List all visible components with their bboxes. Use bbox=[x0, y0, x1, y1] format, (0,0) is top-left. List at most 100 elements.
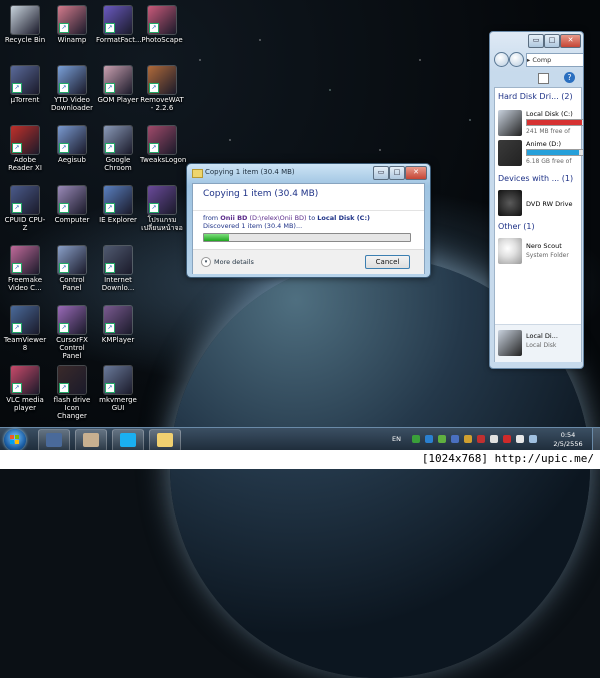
details-pane: Local Di... Local Disk bbox=[495, 324, 581, 362]
drive-usage-fill bbox=[527, 120, 582, 125]
progress-fill bbox=[204, 234, 229, 241]
tray-red-icon[interactable] bbox=[477, 435, 485, 443]
utorrent-icon: ↗ bbox=[11, 66, 39, 94]
tray-volume-icon[interactable] bbox=[516, 435, 524, 443]
shortcut-arrow-icon: ↗ bbox=[12, 323, 22, 333]
drive-usage-bar bbox=[526, 149, 583, 156]
start-button[interactable] bbox=[4, 429, 26, 451]
explorer-maximize-button[interactable]: □ bbox=[544, 34, 560, 48]
taskbar-button[interactable] bbox=[75, 429, 107, 452]
desktop-icon[interactable]: ↗ Winamp bbox=[50, 6, 94, 44]
desktop-icon[interactable]: ↗ CursorFX Control Panel bbox=[50, 306, 94, 360]
desktop-icon[interactable]: ↗ PhotoScape bbox=[140, 6, 184, 44]
desktop-icon[interactable]: ↗ โปรแกรม เปลี่ยนหน้าจอ bbox=[140, 186, 184, 232]
desktop-icon[interactable]: ↗ TweaksLogon bbox=[140, 126, 186, 164]
desktop-icon-label: Recycle Bin bbox=[4, 36, 46, 44]
desktop-icon[interactable]: ↗ TeamViewer 8 bbox=[3, 306, 47, 352]
desktop-icon[interactable]: ↗ Internet Downlo... bbox=[96, 246, 140, 292]
destination-link[interactable]: Local Disk (C:) bbox=[317, 214, 370, 222]
desktop-icon[interactable]: ↗ CPUID CPU-Z bbox=[3, 186, 47, 232]
chevron-down-icon: ▾ bbox=[201, 257, 211, 267]
desktop-icon-label: µTorrent bbox=[10, 96, 40, 104]
desktop-icon[interactable]: ↗ Computer bbox=[50, 186, 94, 224]
details-item: Local Di... Local Disk bbox=[498, 328, 582, 358]
nero-name: Nero Scout bbox=[526, 242, 562, 250]
close-button[interactable]: ✕ bbox=[405, 166, 427, 180]
shortcut-arrow-icon: ↗ bbox=[12, 383, 22, 393]
desktop-icon-label: YTD Video Downloader bbox=[51, 96, 93, 112]
desktop-icon[interactable]: ↗ Control Panel bbox=[50, 246, 94, 292]
view-icon[interactable] bbox=[538, 73, 549, 84]
desktop-icon[interactable]: ↗ µTorrent bbox=[3, 66, 47, 104]
drive-item[interactable]: Anime (D:) 6.18 GB free of bbox=[498, 138, 583, 168]
explorer-window: ▭ □ ✕ ▸ Comp ? Hard Disk Dri... (2) Loca… bbox=[489, 31, 584, 369]
dvd-drive-item[interactable]: DVD RW Drive bbox=[498, 188, 582, 218]
address-bar[interactable]: ▸ Comp bbox=[526, 53, 583, 67]
desktop-icon[interactable]: ↗ Adobe Reader XI bbox=[3, 126, 47, 172]
language-indicator[interactable]: EN bbox=[392, 435, 401, 443]
format-factory-icon: ↗ bbox=[104, 6, 132, 34]
more-details-toggle[interactable]: ▾ More details bbox=[201, 257, 254, 267]
nero-scout-item[interactable]: Nero Scout System Folder bbox=[498, 236, 582, 266]
back-button[interactable] bbox=[494, 52, 509, 67]
desktop-icon[interactable]: ↗ IE Explorer bbox=[96, 186, 140, 224]
help-icon[interactable]: ? bbox=[564, 72, 575, 83]
desktop-icon[interactable]: ↗ flash drive Icon Changer bbox=[50, 366, 94, 420]
hard-disk-group[interactable]: Hard Disk Dri... (2) bbox=[498, 92, 573, 101]
explorer-close-button[interactable]: ✕ bbox=[560, 34, 581, 48]
desktop-icon[interactable]: ↗ VLC media player bbox=[3, 366, 47, 412]
tray-flag-icon[interactable] bbox=[490, 435, 498, 443]
taskbar-button[interactable] bbox=[38, 429, 70, 452]
tray-shield-icon[interactable] bbox=[464, 435, 472, 443]
maximize-button[interactable]: □ bbox=[389, 166, 405, 180]
folder-icon bbox=[192, 169, 203, 178]
tray-green2-icon[interactable] bbox=[438, 435, 446, 443]
idm-icon: ↗ bbox=[104, 246, 132, 274]
desktop-icon-label: โปรแกรม เปลี่ยนหน้าจอ bbox=[141, 216, 183, 232]
tray-red2-icon[interactable] bbox=[503, 435, 511, 443]
tray-green-icon[interactable] bbox=[412, 435, 420, 443]
desktop-icon[interactable]: ↗ Google Chroom bbox=[96, 126, 140, 172]
from-label: from bbox=[203, 214, 221, 222]
teamviewer-icon: ↗ bbox=[11, 306, 39, 334]
desktop-icon[interactable]: ↗ Freemake Video C... bbox=[3, 246, 47, 292]
minimize-button[interactable]: ▭ bbox=[373, 166, 389, 180]
desktop-icon[interactable]: Recycle Bin bbox=[3, 6, 47, 44]
tray-network-icon[interactable] bbox=[425, 435, 433, 443]
desktop-icon-label: Google Chroom bbox=[104, 156, 132, 172]
cancel-button[interactable]: Cancel bbox=[365, 255, 410, 269]
clock-date: 2/5/2556 bbox=[553, 440, 583, 448]
removable-group[interactable]: Devices with ... (1) bbox=[498, 174, 573, 183]
desktop-icon[interactable]: ↗ Aegisub bbox=[50, 126, 94, 164]
dialog-titlebar[interactable]: Copying 1 item (30.4 MB) ▭ □ ✕ bbox=[187, 164, 430, 183]
dvd-name: DVD RW Drive bbox=[526, 200, 573, 208]
drive-item[interactable]: Local Disk (C:) 241 MB free of bbox=[498, 108, 583, 138]
desktop-icon[interactable]: ↗ GOM Player bbox=[96, 66, 140, 104]
desktop-icon[interactable]: ↗ mkvmerge GUI bbox=[96, 366, 140, 412]
desktop-icon-label: CPUID CPU-Z bbox=[4, 216, 46, 232]
tray-blue-icon[interactable] bbox=[451, 435, 459, 443]
taskbar-button[interactable] bbox=[112, 429, 144, 452]
vlc-icon: ↗ bbox=[11, 366, 39, 394]
cpuz-icon: ↗ bbox=[11, 186, 39, 214]
forward-button[interactable] bbox=[509, 52, 524, 67]
dialog-header: Copying 1 item (30.4 MB) bbox=[193, 184, 424, 211]
source-link[interactable]: Onii BD bbox=[220, 214, 247, 222]
tray-monitor-icon[interactable] bbox=[529, 435, 537, 443]
shortcut-arrow-icon: ↗ bbox=[12, 263, 22, 273]
clock[interactable]: 0:54 2/5/2556 bbox=[548, 431, 588, 449]
desktop-icon-label: flash drive Icon Changer bbox=[53, 396, 91, 420]
tweakslogon-icon: ↗ bbox=[148, 126, 176, 154]
dialog-title: Copying 1 item (30.4 MB) bbox=[205, 168, 295, 176]
dialog-heading: Copying 1 item (30.4 MB) bbox=[203, 189, 319, 199]
desktop-icon[interactable]: ↗ KMPlayer bbox=[96, 306, 140, 344]
dialog-content: Copying 1 item (30.4 MB) from Onii BD (D… bbox=[192, 183, 425, 274]
show-desktop-button[interactable] bbox=[592, 428, 600, 451]
desktop-icon[interactable]: ↗ RemoveWAT - 2.2.6 bbox=[140, 66, 184, 112]
desktop-icon[interactable]: ↗ FormatFact... bbox=[96, 6, 142, 44]
desktop-icon[interactable]: ↗ YTD Video Downloader bbox=[50, 66, 94, 112]
progress-bar bbox=[203, 233, 411, 242]
taskbar-button[interactable] bbox=[149, 429, 181, 452]
other-group[interactable]: Other (1) bbox=[498, 222, 535, 231]
explorer-minimize-button[interactable]: ▭ bbox=[528, 34, 544, 48]
